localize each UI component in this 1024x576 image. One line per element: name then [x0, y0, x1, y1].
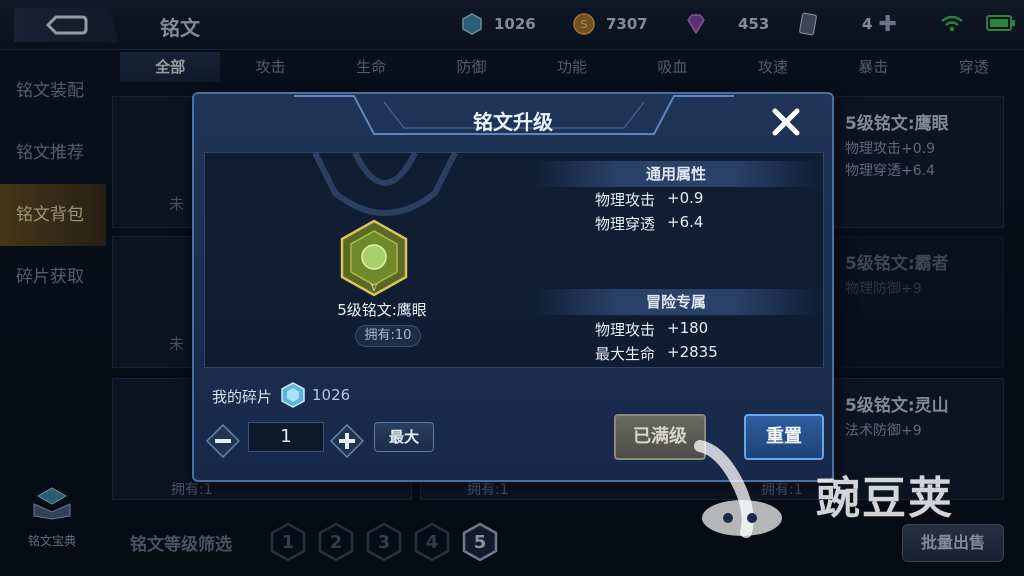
stat-value: +180 [667, 319, 709, 337]
rune-detail-panel: V 5级铭文:鹰眼 拥有:10 通用属性 物理攻击 +0.9 物理穿透 +6.4… [204, 152, 824, 368]
plus-icon [329, 423, 365, 459]
stat-row: 物理攻击 +180 [579, 319, 708, 340]
close-button[interactable] [766, 102, 806, 142]
stat-value: +6.4 [667, 213, 704, 231]
rune-emblem-icon: V [340, 219, 408, 297]
minus-icon [205, 423, 241, 459]
rune-level-mark: V [370, 284, 378, 294]
increase-button[interactable] [329, 423, 365, 459]
stat-name: 物理穿透 [594, 215, 655, 233]
close-icon [772, 108, 800, 136]
stat-value: +0.9 [667, 189, 704, 207]
stat-row: 物理攻击 +0.9 [579, 189, 703, 210]
decrease-button[interactable] [205, 423, 241, 459]
rune-name: 5级铭文:鹰眼 [337, 301, 427, 319]
stat-row: 物理穿透 +6.4 [579, 213, 703, 234]
general-stats-header: 通用属性 [531, 161, 821, 187]
owned-count: 拥有:10 [355, 325, 421, 347]
crystal-icon [281, 382, 305, 408]
rune-upgrade-dialog: 铭文升级 V 5级铭文:鹰眼 拥有:10 通用属性 物理攻击 +0.9 物理穿透… [192, 92, 834, 482]
stat-name: 最大生命 [594, 345, 655, 363]
stat-name: 物理攻击 [594, 191, 655, 209]
watermark-text: 豌豆荚 [816, 473, 954, 524]
dialog-title: 铭文升级 [473, 110, 553, 134]
fragments-label: 我的碎片 [212, 388, 273, 406]
fragments-value: 1026 [312, 386, 351, 404]
stat-name: 物理攻击 [594, 321, 655, 339]
max-button[interactable]: 最大 [374, 422, 434, 452]
quantity-input[interactable]: 1 [248, 422, 324, 452]
rune-preview: V 5级铭文:鹰眼 拥有:10 [205, 153, 525, 367]
stat-row: 最大生命 +2835 [579, 343, 718, 364]
adventure-stats-header: 冒险专属 [531, 289, 821, 315]
stat-value: +2835 [667, 343, 718, 361]
